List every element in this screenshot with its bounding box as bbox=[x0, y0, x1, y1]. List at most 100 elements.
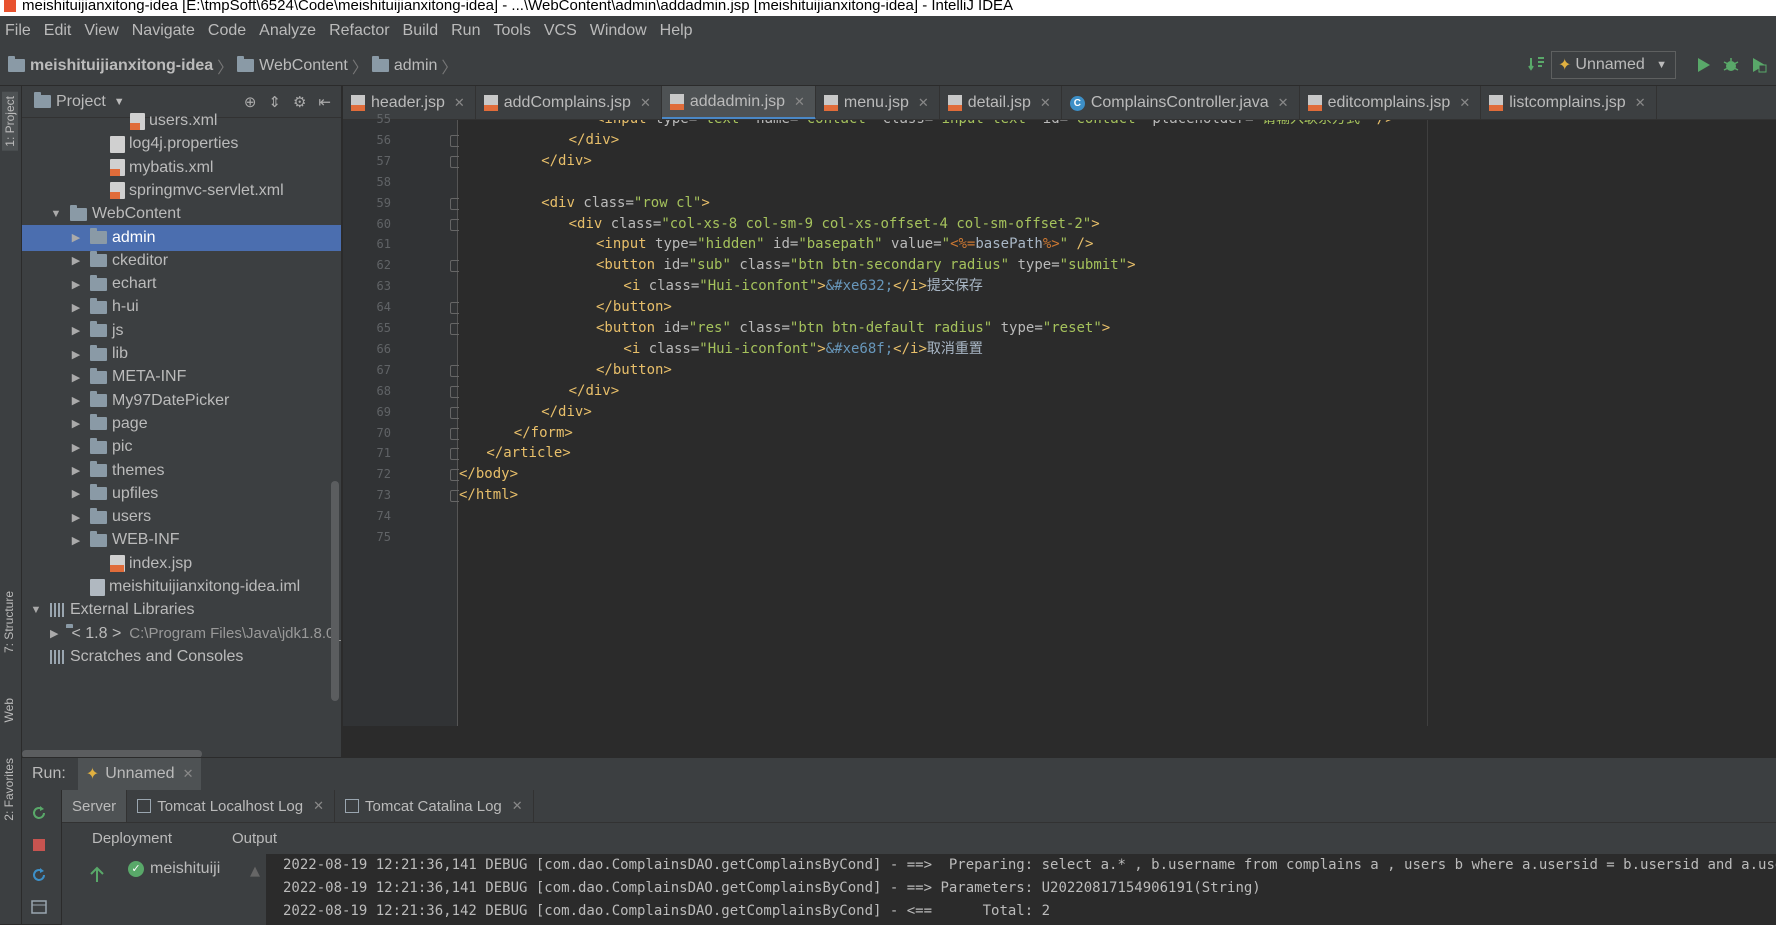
editor-tab[interactable]: listcomplains.jsp✕ bbox=[1481, 86, 1656, 120]
menu-build[interactable]: Build bbox=[398, 22, 447, 40]
tree-item[interactable]: ▼WebContent bbox=[22, 201, 342, 227]
tree-item[interactable]: ▶upfiles bbox=[22, 481, 342, 507]
tree-item[interactable]: ▶< 1.8 >C:\Program Files\Java\jdk1.8.0_1 bbox=[22, 621, 342, 647]
menu-help[interactable]: Help bbox=[655, 22, 701, 40]
collapsed-arrow-icon[interactable]: ▶ bbox=[70, 511, 82, 524]
tree-item[interactable]: ▶themes bbox=[22, 458, 342, 484]
tree-item[interactable]: ▶page bbox=[22, 411, 342, 437]
tree-item[interactable]: ▶echart bbox=[22, 271, 342, 297]
update-icon[interactable] bbox=[30, 866, 48, 884]
build-icon[interactable] bbox=[1528, 56, 1546, 74]
tree-item[interactable]: ▶js bbox=[22, 318, 342, 344]
run-configuration-select[interactable]: ✦ Unnamed ▼ bbox=[1551, 51, 1676, 79]
tree-item[interactable]: springmvc-servlet.xml bbox=[22, 178, 342, 204]
close-icon[interactable]: ✕ bbox=[794, 94, 805, 110]
editor-tab[interactable]: addComplains.jsp✕ bbox=[476, 86, 662, 120]
editor-tab[interactable]: detail.jsp✕ bbox=[940, 86, 1062, 120]
run-icon[interactable] bbox=[1694, 56, 1712, 74]
menu-navigate[interactable]: Navigate bbox=[127, 22, 203, 40]
collapsed-arrow-icon[interactable]: ▶ bbox=[70, 371, 82, 384]
editor-tab[interactable]: addadmin.jsp✕ bbox=[662, 86, 816, 120]
menu-window[interactable]: Window bbox=[585, 22, 655, 40]
collapsed-arrow-icon[interactable]: ▶ bbox=[70, 487, 82, 500]
web-tool-tab[interactable]: Web bbox=[2, 698, 16, 722]
structure-tool-tab[interactable]: 7: Structure bbox=[2, 591, 16, 653]
tab-tomcat-localhost-log[interactable]: Tomcat Localhost Log ✕ bbox=[127, 790, 335, 822]
collapsed-arrow-icon[interactable]: ▶ bbox=[70, 394, 82, 407]
close-icon[interactable]: ✕ bbox=[512, 798, 523, 814]
close-icon[interactable]: ✕ bbox=[313, 798, 324, 814]
tab-tomcat-catalina-log[interactable]: Tomcat Catalina Log ✕ bbox=[335, 790, 534, 822]
tree-item[interactable]: ▶lib bbox=[22, 341, 342, 367]
close-icon[interactable]: ✕ bbox=[918, 95, 929, 111]
tree-item[interactable]: mybatis.xml bbox=[22, 155, 342, 181]
menu-code[interactable]: Code bbox=[203, 22, 254, 40]
collapsed-arrow-icon[interactable]: ▶ bbox=[70, 278, 82, 291]
menu-vcs[interactable]: VCS bbox=[539, 22, 585, 40]
menu-file[interactable]: File bbox=[0, 22, 39, 40]
menu-view[interactable]: View bbox=[79, 22, 126, 40]
menu-edit[interactable]: Edit bbox=[39, 22, 80, 40]
code-token: class= bbox=[731, 257, 790, 273]
expanded-arrow-icon[interactable]: ▼ bbox=[30, 604, 42, 616]
tree-item[interactable]: users.xml bbox=[22, 108, 342, 134]
close-icon[interactable]: ✕ bbox=[1459, 95, 1470, 111]
breadcrumb-project[interactable]: meishituijianxitong-idea bbox=[30, 57, 213, 75]
editor-tab[interactable]: CComplainsController.java✕ bbox=[1062, 86, 1300, 120]
close-icon[interactable]: ✕ bbox=[1040, 95, 1051, 111]
collapsed-arrow-icon[interactable]: ▶ bbox=[70, 231, 82, 244]
menu-tools[interactable]: Tools bbox=[488, 22, 538, 40]
tree-item[interactable]: log4j.properties bbox=[22, 131, 342, 157]
deploy-icon[interactable] bbox=[88, 866, 106, 884]
project-vertical-scrollbar[interactable] bbox=[331, 481, 339, 701]
collapsed-arrow-icon[interactable]: ▶ bbox=[70, 348, 82, 361]
close-icon[interactable]: ✕ bbox=[183, 766, 194, 782]
tree-item[interactable]: ▶ckeditor bbox=[22, 248, 342, 274]
close-icon[interactable]: ✕ bbox=[454, 95, 465, 111]
project-tool-tab[interactable]: 1: Project bbox=[2, 92, 18, 151]
tree-item[interactable]: meishituijianxitong-idea.iml bbox=[22, 574, 342, 600]
tree-item[interactable]: Scratches and Consoles bbox=[22, 644, 342, 670]
tree-item[interactable]: ▼External Libraries bbox=[22, 597, 342, 623]
debug-icon[interactable] bbox=[1722, 56, 1740, 74]
editor-tab[interactable]: editcomplains.jsp✕ bbox=[1300, 86, 1482, 120]
breadcrumb-webcontent[interactable]: WebContent bbox=[259, 57, 348, 75]
breadcrumb-admin[interactable]: admin bbox=[394, 57, 438, 75]
menu-analyze[interactable]: Analyze bbox=[254, 22, 324, 40]
collapsed-arrow-icon[interactable]: ▶ bbox=[70, 534, 82, 547]
collapsed-arrow-icon[interactable]: ▶ bbox=[50, 627, 58, 640]
menu-run[interactable]: Run bbox=[446, 22, 488, 40]
tree-item[interactable]: index.jsp bbox=[22, 551, 342, 577]
layout-icon[interactable] bbox=[30, 898, 48, 916]
close-icon[interactable]: ✕ bbox=[640, 95, 651, 111]
tree-item[interactable]: ▶META-INF bbox=[22, 364, 342, 390]
editor-tab[interactable]: menu.jsp✕ bbox=[816, 86, 940, 120]
favorites-tool-tab[interactable]: 2: Favorites bbox=[2, 758, 16, 821]
code-editor[interactable]: <input type="text" name="contact" class=… bbox=[459, 120, 1776, 726]
tree-item[interactable]: ▶WEB-INF bbox=[22, 527, 342, 553]
run-with-coverage-icon[interactable] bbox=[1750, 56, 1768, 74]
close-icon[interactable]: ✕ bbox=[1635, 95, 1646, 111]
tree-item[interactable]: ▶My97DatePicker bbox=[22, 388, 342, 414]
close-icon[interactable]: ✕ bbox=[1278, 95, 1289, 111]
collapsed-arrow-icon[interactable]: ▶ bbox=[70, 464, 82, 477]
arrow-up-icon[interactable]: ▲ bbox=[250, 864, 260, 879]
expanded-arrow-icon[interactable]: ▼ bbox=[50, 208, 62, 220]
output-console[interactable]: 2022-08-19 12:21:36,141 DEBUG [com.dao.C… bbox=[267, 854, 1776, 925]
tree-item[interactable]: ▶h-ui bbox=[22, 294, 342, 320]
rerun-icon[interactable] bbox=[30, 804, 48, 822]
collapsed-arrow-icon[interactable]: ▶ bbox=[70, 324, 82, 337]
collapsed-arrow-icon[interactable]: ▶ bbox=[70, 301, 82, 314]
tree-item[interactable]: ▶users bbox=[22, 504, 342, 530]
chevron-down-icon[interactable]: ▼ bbox=[114, 96, 125, 108]
tab-server[interactable]: Server bbox=[62, 790, 127, 822]
collapsed-arrow-icon[interactable]: ▶ bbox=[70, 441, 82, 454]
collapsed-arrow-icon[interactable]: ▶ bbox=[70, 254, 82, 267]
tree-item[interactable]: ▶admin bbox=[22, 225, 342, 251]
collapsed-arrow-icon[interactable]: ▶ bbox=[70, 417, 82, 430]
run-tab-unnamed[interactable]: ✦ Unnamed ✕ bbox=[78, 758, 202, 790]
deployment-item[interactable]: ✓ meishituiji bbox=[128, 860, 220, 878]
stop-icon[interactable] bbox=[30, 836, 48, 854]
tree-item[interactable]: ▶pic bbox=[22, 434, 342, 460]
menu-refactor[interactable]: Refactor bbox=[324, 22, 397, 40]
